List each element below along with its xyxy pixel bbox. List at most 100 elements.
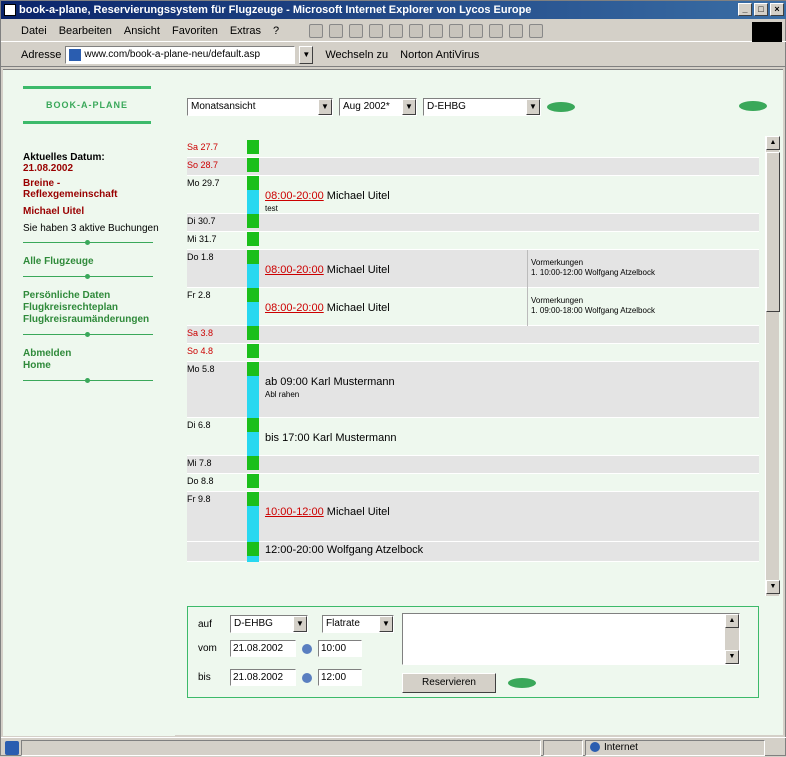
day-label: Sa 27.7 (187, 142, 219, 152)
menu-datei[interactable]: Datei (21, 25, 47, 37)
booking-time-link[interactable]: 08:00-20:00 (265, 190, 324, 202)
forward-icon[interactable] (329, 23, 344, 38)
availability-marker (247, 418, 259, 432)
mail-icon[interactable] (469, 23, 484, 38)
to-time-input[interactable]: 12:00 (318, 669, 362, 686)
calendar-row[interactable]: Do 8.8 (187, 474, 759, 492)
calendar-row[interactable]: Di 6.8 bis 17:00 Karl Mustermann (187, 418, 759, 456)
availability-marker (247, 492, 259, 506)
booking-time-link[interactable]: 08:00-20:00 (265, 302, 324, 314)
booking-entry[interactable]: 08:00-20:00 Michael Uitel (265, 264, 390, 276)
calendar-row[interactable]: Do 1.8 08:00-20:00 Michael Uitel Vormerkun… (187, 250, 759, 288)
print-icon[interactable] (489, 23, 504, 38)
calendar-row[interactable]: Mi 31.7 (187, 232, 759, 250)
calendar-row[interactable]: Mi 7.8 (187, 456, 759, 474)
close-button[interactable]: × (770, 3, 784, 16)
discuss-icon[interactable] (529, 23, 544, 38)
calendar-row[interactable]: Fr 2.8 08:00-20:00 Michael Uitel Vormerkun… (187, 288, 759, 326)
clock-icon[interactable] (302, 672, 312, 683)
sidebar-item-home[interactable]: Home (23, 360, 173, 372)
links-norton[interactable]: Norton AntiVirus (400, 49, 479, 61)
booking-entry[interactable]: 08:00-20:00 Michael Uitel (265, 190, 390, 202)
go-button[interactable]: Wechseln zu (325, 49, 388, 61)
calendar-controls: Monatsansicht ▼ Aug 2002* ▼ D-EHBG ▼ (187, 98, 575, 116)
availability-marker (247, 232, 259, 246)
book-a-plane-logo[interactable]: BOOK-A-PLANE (23, 86, 151, 124)
menu-help[interactable]: ? (273, 25, 279, 37)
view-select[interactable]: Monatsansicht ▼ (187, 98, 333, 116)
history-icon[interactable] (449, 23, 464, 38)
reserve-button[interactable]: Reservieren (402, 673, 496, 693)
form-type-select[interactable]: Flatrate ▼ (322, 615, 394, 633)
go-arrow-button[interactable] (547, 102, 575, 112)
ie-throbber-icon (752, 22, 782, 42)
booking-entry[interactable]: ab 09:00 Karl Mustermann (265, 376, 395, 388)
booking-time-link[interactable]: 08:00-20:00 (265, 264, 324, 276)
booking-marker (247, 556, 259, 562)
scroll-thumb[interactable] (766, 152, 780, 312)
textarea-scrollbar[interactable]: ▲ ▼ (725, 614, 739, 664)
go-arrow-button-form[interactable] (508, 678, 536, 688)
globe-icon (590, 741, 600, 752)
booking-time-link[interactable]: 10:00-12:00 (265, 506, 324, 518)
scroll-up-icon[interactable]: ▲ (725, 614, 739, 628)
calendar-row[interactable]: Sa 3.8 (187, 326, 759, 344)
scroll-up-icon[interactable]: ▲ (766, 136, 780, 150)
aircraft-select[interactable]: D-EHBG ▼ (423, 98, 541, 116)
address-input[interactable]: www.com/book-a-plane-neu/default.asp (65, 45, 296, 64)
day-label: Do 8.8 (187, 476, 214, 486)
month-select[interactable]: Aug 2002* ▼ (339, 98, 417, 116)
go-arrow-button-right[interactable] (739, 101, 767, 111)
chevron-down-icon: ▼ (526, 99, 540, 115)
sidebar-item-changes[interactable]: Flugkreisraumänderungen (23, 314, 173, 326)
calendar-row[interactable]: 12:00-20:00 Wolfgang Atzelbock (187, 542, 759, 562)
availability-marker (247, 474, 259, 488)
bookings-note: Sie haben 3 aktive Buchungen (23, 223, 159, 234)
back-icon[interactable] (309, 23, 324, 38)
sidebar-item-logout[interactable]: Abmelden (23, 348, 173, 360)
menu-favoriten[interactable]: Favoriten (172, 25, 218, 37)
form-type-value: Flatrate (326, 618, 360, 629)
scroll-down-icon[interactable]: ▼ (725, 650, 739, 664)
refresh-icon[interactable] (369, 23, 384, 38)
booking-entry[interactable]: 12:00-20:00 Wolfgang Atzelbock (265, 544, 423, 556)
to-date-input[interactable]: 21.08.2002 (230, 669, 296, 686)
sidebar-item-all-planes[interactable]: Alle Flugzeuge (23, 256, 173, 268)
club-line-2: Reflexgemeinschaft (23, 189, 118, 200)
calendar-row[interactable]: Sa 27.7 (187, 140, 759, 158)
scroll-down-icon[interactable]: ▼ (766, 580, 780, 594)
menu-ansicht[interactable]: Ansicht (124, 25, 160, 37)
page-icon (69, 48, 82, 61)
booking-entry[interactable]: bis 17:00 Karl Mustermann (265, 432, 396, 444)
calendar-row[interactable]: So 28.7 (187, 158, 759, 176)
minimize-button[interactable]: _ (738, 3, 752, 16)
search-icon[interactable] (409, 23, 424, 38)
sidebar-item-flight-times[interactable]: Flugkreisrechteplan (23, 302, 173, 314)
from-date-input[interactable]: 21.08.2002 (230, 640, 296, 657)
comment-textarea[interactable]: ▲ ▼ (402, 613, 740, 665)
calendar-row[interactable]: Fr 9.8 10:00-12:00 Michael Uitel (187, 492, 759, 542)
address-bar: Adresse www.com/book-a-plane-neu/default… (1, 43, 786, 67)
to-label: bis (198, 672, 211, 683)
sidebar-divider (23, 272, 153, 282)
address-dropdown-button[interactable]: ▼ (299, 45, 314, 64)
favorites-icon[interactable] (429, 23, 444, 38)
maximize-button[interactable]: □ (754, 3, 768, 16)
calendar-row[interactable]: So 4.8 (187, 344, 759, 362)
calendar-row[interactable]: Mo 29.7 08:00-20:00 Michael Uitel test (187, 176, 759, 214)
booking-entry[interactable]: 10:00-12:00 Michael Uitel (265, 506, 390, 518)
from-time-input[interactable]: 10:00 (318, 640, 362, 657)
sidebar-item-personal-data[interactable]: Persönliche Daten (23, 290, 173, 302)
clock-icon[interactable] (302, 643, 312, 654)
booking-entry[interactable]: 08:00-20:00 Michael Uitel (265, 302, 390, 314)
calendar-row[interactable]: Di 30.7 (187, 214, 759, 232)
edit-icon[interactable] (509, 23, 524, 38)
menu-bearbeiten[interactable]: Bearbeiten (59, 25, 112, 37)
form-aircraft-select[interactable]: D-EHBG ▼ (230, 615, 308, 633)
day-label: Fr 2.8 (187, 290, 211, 300)
calendar-scrollbar[interactable]: ▲ ▼ (765, 136, 780, 596)
calendar-row[interactable]: Mo 5.8 ab 09:00 Karl Mustermann Abl rahen (187, 362, 759, 418)
menu-extras[interactable]: Extras (230, 25, 261, 37)
home-icon[interactable] (389, 23, 404, 38)
stop-icon[interactable] (349, 23, 364, 38)
